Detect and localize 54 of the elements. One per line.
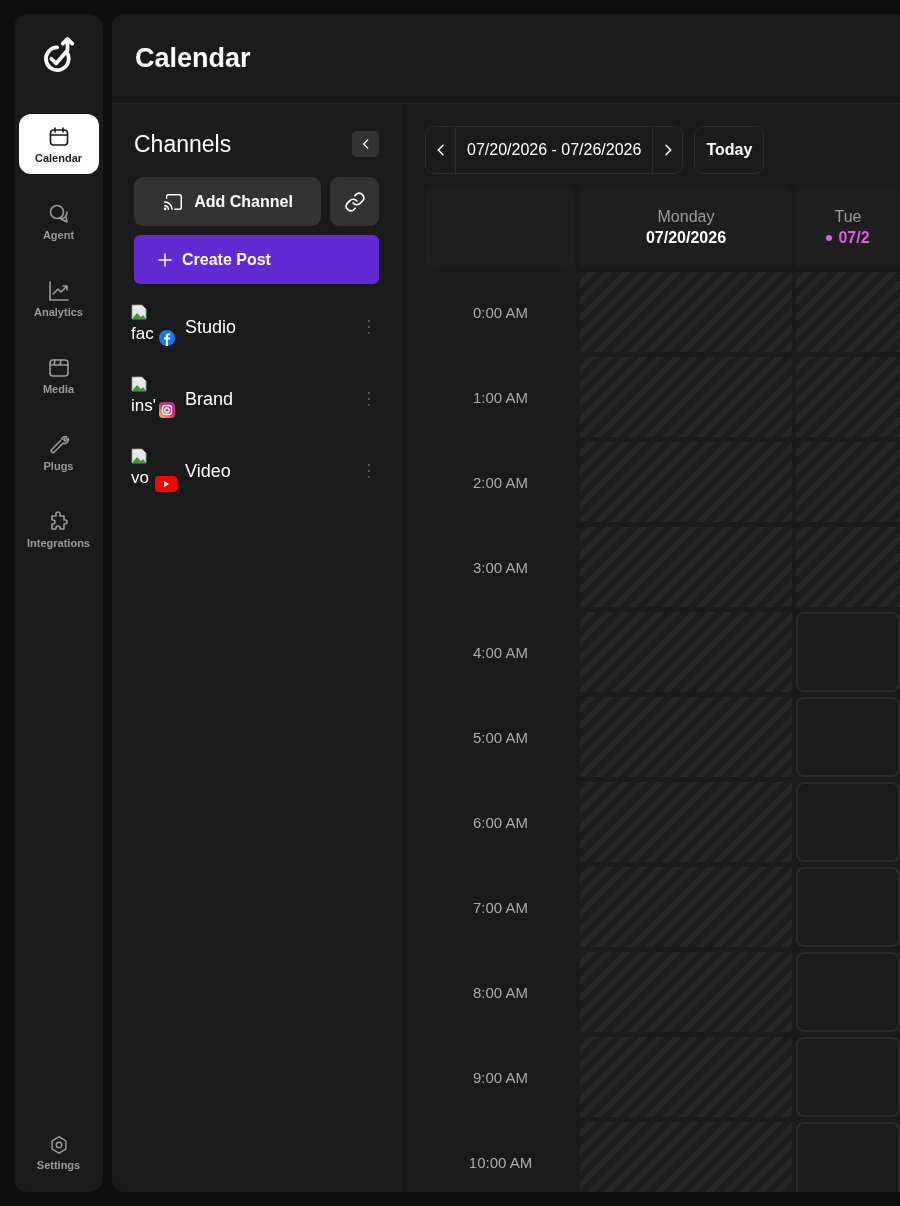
settings-button[interactable]: Settings [18,1122,99,1182]
channel-name: Studio [185,316,238,338]
time-label: 7:00 AM [471,897,529,918]
nav-item[interactable]: Media [18,345,99,405]
more-options-icon[interactable] [367,319,371,335]
avatar-alt-text: fac [131,324,154,344]
weekday-name: Monday [657,207,715,226]
time-label: 0:00 AM [471,302,529,323]
time-label: 5:00 AM [471,727,529,748]
time-label: 2:00 AM [471,472,529,493]
play-button-icon [155,476,177,492]
time-label: 10:00 AM [467,1152,534,1173]
broken-image-icon [131,304,147,320]
avatar-alt-text: vo [131,468,149,488]
create-post-button[interactable]: Create Post [134,235,379,284]
more-options-icon[interactable] [367,463,371,479]
channel-item[interactable]: ins' Brand [131,374,379,424]
channels-title: Channels [134,130,232,158]
today-button[interactable]: Today [694,126,765,174]
weekday-name: Tue [834,207,862,226]
nav-item[interactable]: Analytics [18,268,99,328]
time-label: 9:00 AM [471,1067,529,1088]
channel-item[interactable]: vo Video [131,446,379,496]
page-title: Calendar [135,43,251,74]
day-date: 07/2 [838,228,870,247]
week-range: 07/20/2026 - 07/26/2026 [466,140,643,160]
channel-name: Video [185,460,232,482]
more-options-icon[interactable] [367,391,371,407]
broken-image-icon [131,448,147,464]
avatar-alt-text: ins' [131,396,156,416]
nav-item[interactable]: Plugs [18,422,99,482]
day-date: 07/20/2026 [645,228,727,247]
nav-item[interactable]: Calendar [18,114,99,174]
time-label: 1:00 AM [471,387,529,408]
link-icon [343,190,366,213]
channel-item[interactable]: fac Studio [131,302,379,352]
facebook-icon [159,330,175,346]
time-slot[interactable] [580,1122,792,1192]
channel-name: Brand [185,388,235,410]
broken-image-icon [131,376,147,392]
logo-icon [41,36,76,74]
nav-item[interactable]: Integrations [18,499,99,559]
time-label: 6:00 AM [471,812,529,833]
collapse-button[interactable] [352,131,379,157]
chart-icon [46,278,71,303]
time-label: 4:00 AM [471,642,529,663]
nav-item[interactable]: Agent [18,191,99,251]
time-label: 3:00 AM [471,557,529,578]
plus-icon [156,250,174,269]
add-channel-button[interactable]: Add Channel [134,177,321,226]
time-label: 8:00 AM [471,982,529,1003]
link-button[interactable] [330,177,379,226]
instagram-icon [159,402,175,418]
time-slot[interactable] [796,1122,900,1192]
